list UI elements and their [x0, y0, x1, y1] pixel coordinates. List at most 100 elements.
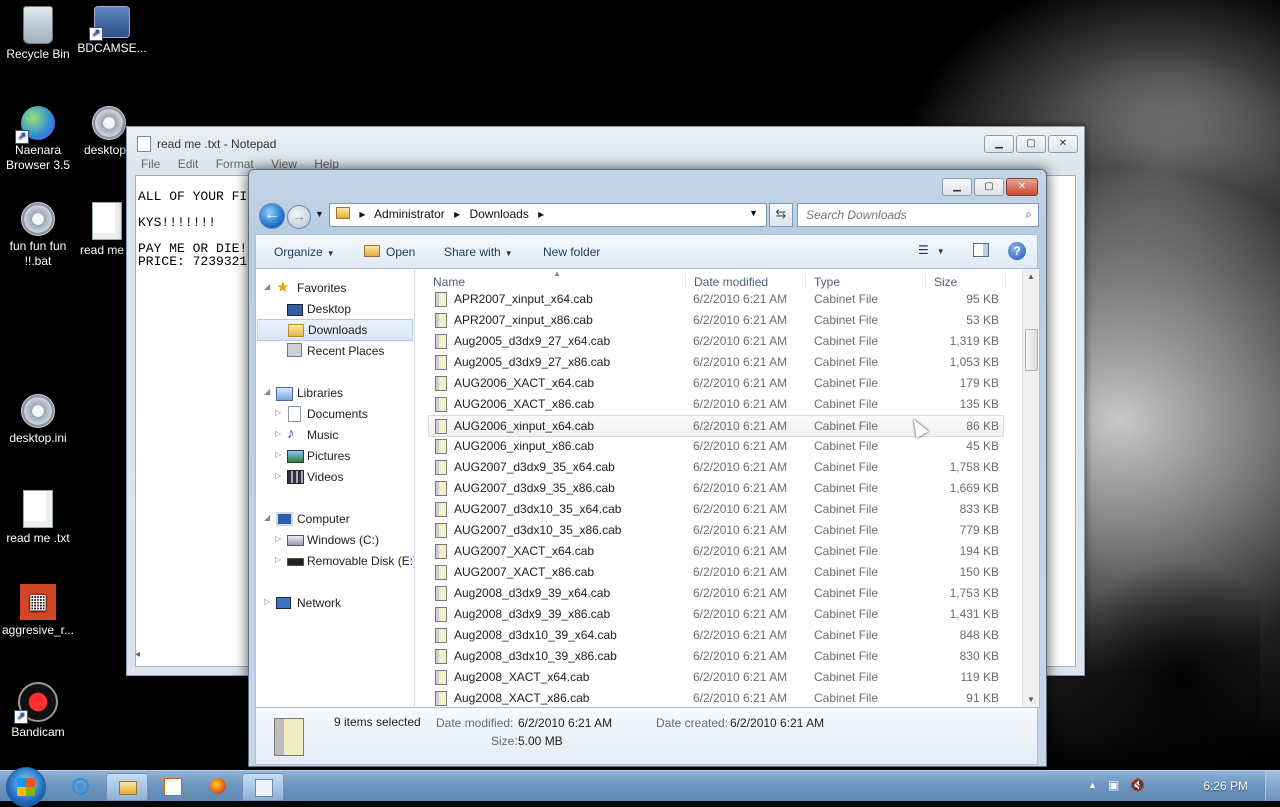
expand-arrow-icon[interactable]: ▷	[275, 408, 281, 417]
notepad-horizontal-scrollbar[interactable]: ◂	[135, 649, 245, 667]
expand-arrow-icon[interactable]: ▷	[275, 471, 281, 480]
desktop-icon-aggresive[interactable]: ▦ aggresive_r...	[0, 584, 76, 638]
minimize-button[interactable]: ▁	[984, 135, 1014, 153]
taskbar-explorer[interactable]	[106, 773, 148, 801]
breadcrumb-downloads[interactable]: Downloads	[469, 207, 528, 221]
explorer-window[interactable]: ▁ ▢ ✕ ← → ▼ ▸ Administrator ▸ Downloads …	[248, 169, 1047, 767]
search-icon[interactable]: ⌕	[1025, 207, 1032, 222]
breadcrumb-administrator[interactable]: Administrator	[374, 207, 445, 221]
nav-pictures[interactable]: ▷ Pictures	[256, 446, 414, 466]
scroll-down-icon[interactable]: ▼	[1027, 695, 1035, 704]
close-button[interactable]: ✕	[1006, 178, 1038, 196]
file-row[interactable]: AUG2007_d3dx9_35_x86.cab 6/2/2010 6:21 AM…	[429, 478, 1003, 498]
expand-arrow-icon[interactable]: ▷	[264, 597, 270, 606]
file-row[interactable]: Aug2005_d3dx9_27_x64.cab 6/2/2010 6:21 AM…	[429, 331, 1003, 351]
file-row[interactable]: AUG2007_d3dx10_35_x64.cab 6/2/2010 6:21 A…	[429, 499, 1003, 519]
desktop-icon-fun-bat[interactable]: fun fun fun !!.bat	[0, 202, 76, 269]
preview-pane-icon[interactable]	[973, 243, 989, 257]
column-header-name[interactable]: Name	[433, 275, 465, 289]
address-bar[interactable]: ▸ Administrator ▸ Downloads ▸ ▼	[329, 203, 767, 227]
change-view-button[interactable]: ☰ ▼	[918, 243, 945, 257]
expand-arrow-icon[interactable]: ◢	[264, 282, 270, 291]
menu-edit[interactable]: Edit	[178, 157, 199, 171]
desktop-icon-read-me-txt[interactable]: read me .txt	[0, 490, 76, 546]
nav-music[interactable]: ▷ ♪ Music	[256, 425, 414, 445]
nav-desktop[interactable]: Desktop	[256, 299, 414, 319]
refresh-button[interactable]: ⇆	[769, 203, 793, 227]
taskbar-notepad[interactable]	[242, 773, 284, 801]
nav-recent-places[interactable]: Recent Places	[256, 341, 414, 361]
file-row[interactable]: AUG2007_XACT_x64.cab 6/2/2010 6:21 AM Cabi…	[429, 541, 1003, 561]
column-divider[interactable]	[1005, 273, 1006, 289]
organize-button[interactable]: Organize ▼	[274, 245, 335, 259]
breadcrumb-separator[interactable]: ▸	[359, 207, 365, 221]
expand-arrow-icon[interactable]: ◢	[264, 513, 270, 522]
breadcrumb-separator[interactable]: ▸	[538, 207, 544, 221]
desktop-icon-bdcam-setup[interactable]: ↗ BDCAMSE...	[74, 6, 150, 56]
recent-pages-dropdown[interactable]: ▼	[315, 209, 324, 219]
minimize-button[interactable]: ▁	[942, 178, 972, 196]
file-row[interactable]: AUG2006_XACT_x86.cab 6/2/2010 6:21 AM Cabi…	[429, 394, 1003, 414]
share-with-button[interactable]: Share with ▼	[444, 245, 513, 259]
network-icon[interactable]: ▣	[1108, 778, 1119, 792]
column-header-date[interactable]: Date modified	[694, 275, 768, 289]
column-header-type[interactable]: Type	[814, 275, 840, 289]
nav-computer[interactable]: ◢ Computer	[256, 509, 414, 529]
nav-windows-c[interactable]: ▷ Windows (C:)	[256, 530, 414, 550]
expand-arrow-icon[interactable]: ▷	[275, 534, 281, 543]
file-row[interactable]: Aug2008_d3dx9_39_x64.cab 6/2/2010 6:21 AM…	[429, 583, 1003, 603]
desktop-icon-bandicam[interactable]: ↗ Bandicam	[0, 682, 76, 740]
desktop-icon-desktop-ini[interactable]: desktop.ini	[0, 394, 76, 446]
close-button[interactable]: ✕	[1048, 135, 1078, 153]
scrollbar-thumb[interactable]	[1025, 329, 1038, 371]
new-folder-button[interactable]: New folder	[543, 245, 600, 259]
taskbar-firefox[interactable]	[198, 773, 238, 799]
volume-muted-icon[interactable]: 🔇	[1130, 778, 1145, 792]
file-row[interactable]: AUG2006_XACT_x64.cab 6/2/2010 6:21 AM Cabi…	[429, 373, 1003, 393]
address-dropdown-icon[interactable]: ▼	[749, 208, 758, 218]
start-button[interactable]	[6, 767, 46, 807]
taskbar-internet-explorer[interactable]: e	[60, 773, 100, 799]
column-divider[interactable]	[805, 273, 806, 289]
file-row[interactable]: Aug2008_d3dx10_39_x86.cab 6/2/2010 6:21 A…	[429, 646, 1003, 666]
maximize-button[interactable]: ▢	[974, 178, 1004, 196]
menu-format[interactable]: Format	[216, 157, 254, 171]
desktop-icon-recycle-bin[interactable]: Recycle Bin	[0, 6, 76, 62]
nav-favorites[interactable]: ◢ ★ Favorites	[256, 278, 414, 298]
nav-removable-e[interactable]: ▷ Removable Disk (E:)	[256, 551, 414, 571]
breadcrumb-separator[interactable]: ▸	[454, 207, 460, 221]
nav-downloads[interactable]: Downloads	[257, 319, 413, 341]
expand-arrow-icon[interactable]: ▷	[275, 450, 281, 459]
nav-videos[interactable]: ▷ Videos	[256, 467, 414, 487]
nav-libraries[interactable]: ◢ Libraries	[256, 383, 414, 403]
desktop-icon-naenara[interactable]: ↗ Naenara Browser 3.5	[0, 106, 76, 173]
expand-arrow-icon[interactable]: ▷	[275, 555, 281, 564]
back-button[interactable]: ←	[259, 203, 285, 229]
open-button[interactable]: Open	[364, 245, 415, 259]
file-row[interactable]: Aug2008_XACT_x64.cab 6/2/2010 6:21 AM Cabi…	[429, 667, 1003, 687]
expand-arrow-icon[interactable]: ▷	[275, 429, 281, 438]
show-hidden-icons-icon[interactable]: ▲	[1088, 780, 1097, 790]
menu-file[interactable]: File	[141, 157, 160, 171]
file-row[interactable]: AUG2007_d3dx10_35_x86.cab 6/2/2010 6:21 A…	[429, 520, 1003, 540]
taskbar-media-player[interactable]	[152, 773, 192, 799]
column-divider[interactable]	[685, 273, 686, 289]
file-row[interactable]: APR2007_xinput_x86.cab 6/2/2010 6:21 AM Ca…	[429, 310, 1003, 330]
forward-button[interactable]: →	[287, 205, 311, 229]
show-desktop-button[interactable]	[1265, 771, 1280, 801]
file-row[interactable]: AUG2007_d3dx9_35_x64.cab 6/2/2010 6:21 AM…	[429, 457, 1003, 477]
file-row[interactable]: AUG2007_XACT_x86.cab 6/2/2010 6:21 AM Cabi…	[429, 562, 1003, 582]
search-input[interactable]	[804, 207, 1008, 223]
file-row[interactable]: AUG2006_xinput_x86.cab 6/2/2010 6:21 AM Ca…	[429, 436, 1003, 456]
maximize-button[interactable]: ▢	[1016, 135, 1046, 153]
file-row[interactable]: Aug2008_d3dx10_39_x64.cab 6/2/2010 6:21 A…	[429, 625, 1003, 645]
file-row[interactable]: Aug2008_d3dx9_39_x86.cab 6/2/2010 6:21 AM…	[429, 604, 1003, 624]
vertical-scrollbar[interactable]: ▲ ▼	[1022, 269, 1039, 707]
search-box[interactable]: ⌕	[797, 203, 1039, 227]
nav-documents[interactable]: ▷ Documents	[256, 404, 414, 424]
clock[interactable]: 6:26 PM	[1203, 779, 1248, 793]
nav-network[interactable]: ▷ Network	[256, 593, 414, 613]
file-row[interactable]: Aug2005_d3dx9_27_x86.cab 6/2/2010 6:21 AM…	[429, 352, 1003, 372]
scroll-up-icon[interactable]: ▲	[1027, 272, 1035, 281]
file-row[interactable]: Aug2008_XACT_x86.cab 6/2/2010 6:21 AM Cabi…	[429, 688, 1003, 707]
